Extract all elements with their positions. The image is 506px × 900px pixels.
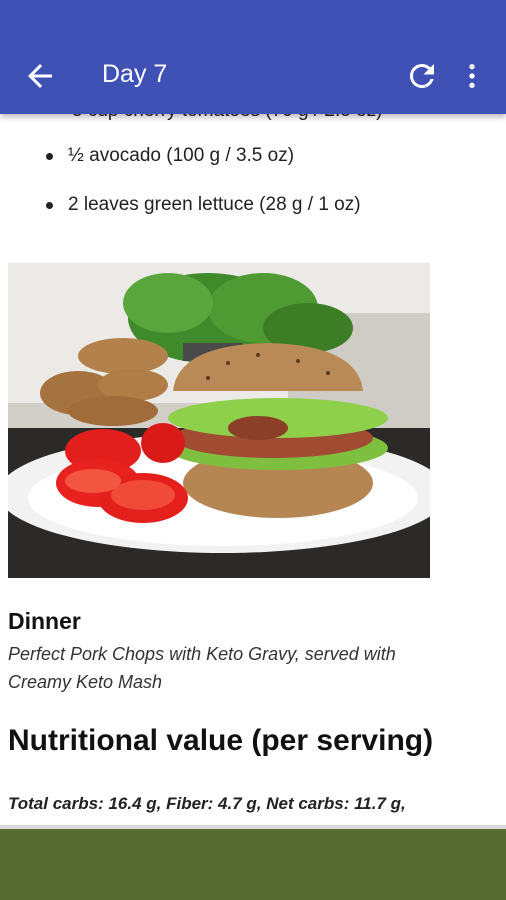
more-vertical-icon[interactable] [456,58,488,94]
article-content[interactable]: 5 cup cherry tomatoes (70 g / 2.5 oz) ½ … [0,80,506,825]
meal-heading: Dinner [8,608,81,634]
ingredient-item: ½ avocado (100 g / 3.5 oz) [44,142,361,191]
ingredient-item: 2 leaves green lettuce (28 g / 1 oz) [44,191,361,240]
meal-description: Perfect Pork Chops with Keto Gravy, serv… [8,644,396,692]
nutrition-summary: Total carbs: 16.4 g, Fiber: 4.7 g, Net c… [8,794,406,813]
burger-photo [8,263,430,578]
arrow-left-icon[interactable] [22,58,58,94]
page-title: Day 7 [102,60,168,88]
ingredient-list: ½ avocado (100 g / 3.5 oz) 2 leaves gree… [44,142,361,240]
nutrition-title: Nutritional value (per serving) [8,724,434,757]
refresh-icon[interactable] [404,58,440,94]
ad-banner[interactable] [0,825,506,900]
app-bar: Day 7 [0,0,506,114]
